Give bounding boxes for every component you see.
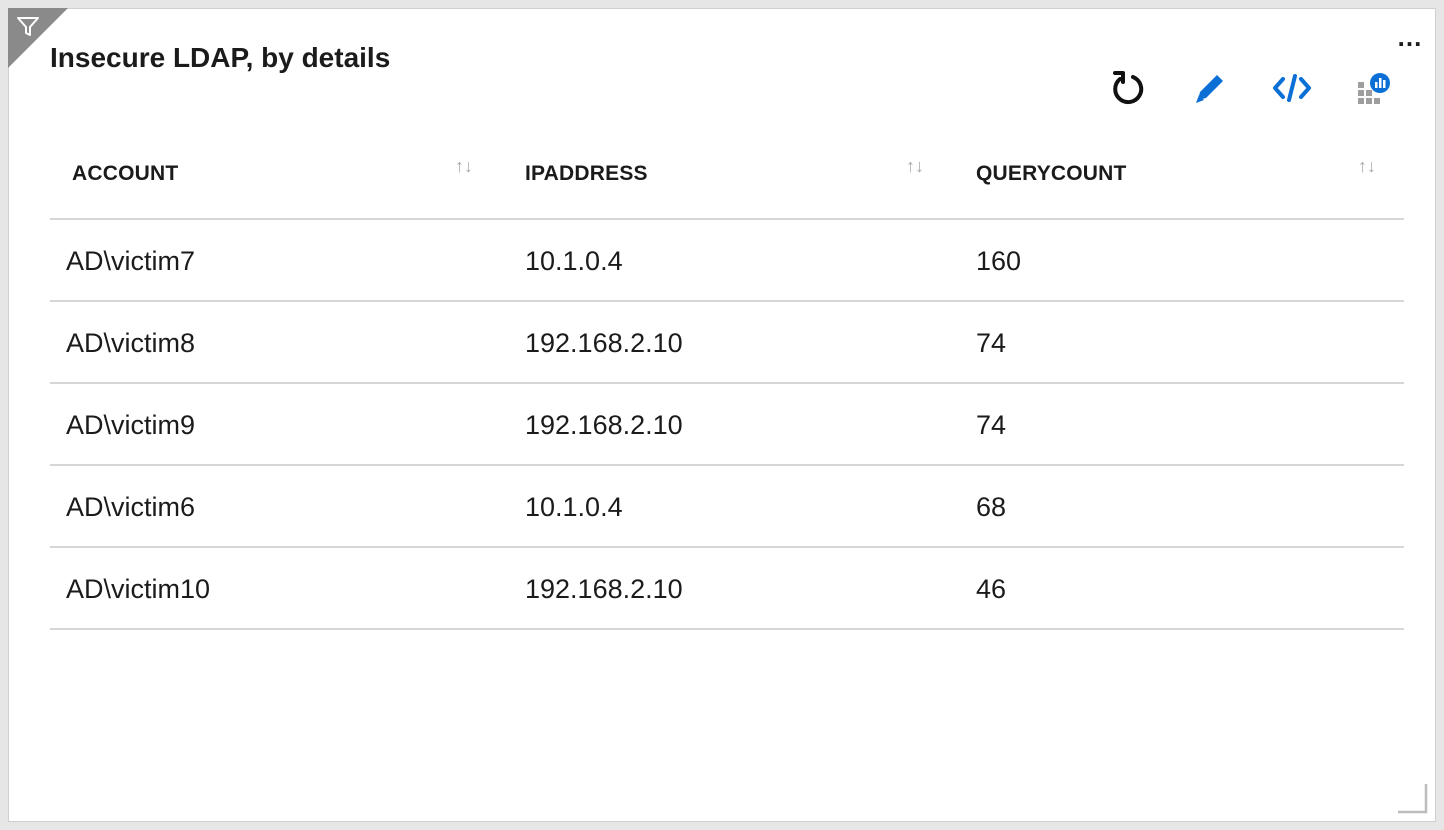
cell-querycount: 68 [976,492,1007,522]
cell-querycount: 74 [976,410,1007,440]
table-header: ACCOUNT ↑↓ IPADDRESS ↑↓ QUERYCOUNT ↑↓ [50,140,1404,220]
cell-account: AD\victim7 [66,246,196,276]
sort-ipaddress-icon[interactable]: ↑↓ [906,156,924,177]
table-row: AD\victim6 10.1.0.4 68 [50,466,1404,548]
code-icon [1273,74,1311,102]
refresh-icon [1113,71,1144,105]
table-row: AD\victim7 10.1.0.4 160 [50,220,1404,302]
cell-account: AD\victim9 [66,410,196,440]
cell-account: AD\victim10 [66,574,211,604]
sort-querycount-icon[interactable]: ↑↓ [1358,156,1376,177]
cell-querycount: 74 [976,328,1007,358]
cell-querycount: 46 [976,574,1007,604]
cell-ipaddress: 10.1.0.4 [525,246,623,276]
results-table: ACCOUNT ↑↓ IPADDRESS ↑↓ QUERYCOUNT ↑↓ AD… [50,140,1404,630]
open-in-logs-button[interactable] [1350,64,1398,112]
column-header-ipaddress[interactable]: IPADDRESS [525,162,648,186]
column-header-account[interactable]: ACCOUNT [72,162,178,186]
table-row: AD\victim8 192.168.2.10 74 [50,302,1404,384]
cell-ipaddress: 192.168.2.10 [525,328,683,358]
table-row: AD\victim10 192.168.2.10 46 [50,548,1404,630]
refresh-button[interactable] [1104,64,1152,112]
cell-ipaddress: 192.168.2.10 [525,410,683,440]
table-row: AD\victim9 192.168.2.10 74 [50,384,1404,466]
cell-ipaddress: 10.1.0.4 [525,492,623,522]
filter-icon [17,17,39,36]
tile-title: Insecure LDAP, by details [50,42,391,73]
resize-handle-icon[interactable] [1396,782,1430,816]
column-header-querycount[interactable]: QUERYCOUNT [976,162,1127,186]
more-options-button[interactable]: … [1390,22,1430,52]
open-in-logs-icon [1358,73,1390,104]
cell-ipaddress: 192.168.2.10 [525,574,683,604]
sort-account-icon[interactable]: ↑↓ [455,156,473,177]
edit-pencil-icon [1196,75,1223,103]
cell-account: AD\victim8 [66,328,196,358]
cell-account: AD\victim6 [66,492,196,522]
view-query-button[interactable] [1268,64,1316,112]
edit-button[interactable] [1186,64,1234,112]
cell-querycount: 160 [976,246,1022,276]
